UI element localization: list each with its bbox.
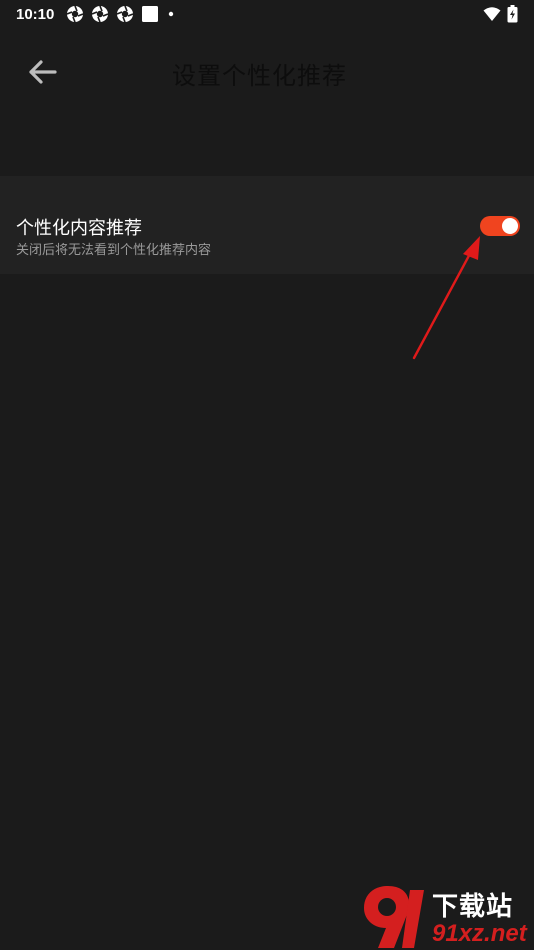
- status-bar: 10:10: [0, 0, 534, 28]
- status-icons-right: [477, 5, 518, 23]
- arrow-left-icon: [29, 60, 57, 84]
- status-icons-left: [66, 5, 183, 23]
- annotation-arrow: [412, 236, 480, 360]
- battery-charging-icon: [507, 5, 518, 23]
- aperture-icon: [92, 5, 109, 23]
- wifi-icon: [483, 7, 501, 21]
- square-icon: [142, 6, 159, 22]
- toggle-knob: [502, 218, 518, 234]
- page-title: 设置个性化推荐: [172, 62, 347, 90]
- watermark-url: 91xz.net: [432, 920, 527, 947]
- aperture-icon: [67, 5, 84, 23]
- back-button[interactable]: [24, 56, 60, 88]
- 91-logo-icon: [364, 886, 424, 948]
- aperture-icon: [117, 5, 134, 23]
- screen: 10:10 设置个性化推荐 个性化内容推荐 关闭后将无法看到个性化推荐内容 下载…: [0, 0, 534, 950]
- setting-subtitle: 关闭后将无法看到个性化推荐内容: [16, 243, 212, 258]
- watermark: 下载站 91xz.net: [358, 882, 534, 950]
- dot-icon: [169, 11, 174, 17]
- setting-title: 个性化内容推荐: [16, 218, 142, 239]
- status-time: 10:10: [16, 5, 55, 23]
- watermark-title: 下载站: [432, 892, 514, 922]
- header: 设置个性化推荐: [0, 40, 534, 104]
